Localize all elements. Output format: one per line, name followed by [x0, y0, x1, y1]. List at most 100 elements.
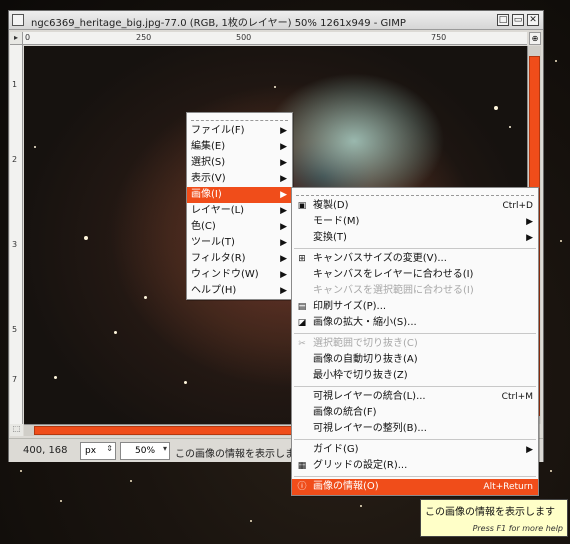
submenu-arrow-icon: ▶: [526, 217, 533, 227]
menu-item[interactable]: 変換(T) ▶: [292, 230, 538, 246]
star: [250, 520, 252, 522]
menu-item-label: 複製(D): [313, 200, 349, 211]
ruler-label: 2: [12, 155, 18, 164]
tooltip: この画像の情報を表示します Press F1 for more help: [420, 499, 568, 537]
menu-item-label: 変換(T): [313, 232, 347, 243]
maximize-button[interactable]: ▭: [512, 14, 524, 26]
star: [114, 331, 117, 334]
menu-separator: [294, 248, 536, 249]
menu-item[interactable]: レイヤー(L) ▶: [187, 203, 292, 219]
star: [550, 470, 552, 472]
menu-item-label: 表示(V): [191, 173, 226, 184]
menu-item[interactable]: ▣ 複製(D) Ctrl+D: [292, 198, 538, 214]
image-submenu: ▣ 複製(D) Ctrl+D モード(M) ▶ 変換(T) ▶ ⊞ キャンバスサイズの変更(V)…: [291, 187, 539, 496]
menu-item-label: 画像の情報(O): [313, 481, 379, 492]
menu-item-label: 色(C): [191, 221, 216, 232]
spin-arrows-icon[interactable]: ⇕: [106, 444, 113, 453]
menu-item-label: キャンバスを選択範囲に合わせる(I): [313, 285, 474, 296]
title-bar[interactable]: ngc6369_heritage_big.jpg-77.0 (RGB, 1枚のレ…: [9, 11, 543, 30]
menu-item[interactable]: ⓘ 画像の情報(O) Alt+Return: [292, 479, 538, 495]
menu-item-label: ヘルプ(H): [191, 285, 237, 296]
unit-value: px: [85, 446, 97, 456]
tear-off-line[interactable]: [296, 190, 534, 196]
unit-select[interactable]: px ⇕: [80, 442, 116, 460]
menu-item[interactable]: 画像の自動切り抜き(A): [292, 352, 538, 368]
menu-item[interactable]: 色(C) ▶: [187, 219, 292, 235]
star: [274, 86, 276, 88]
menu-item-label: グリッドの設定(R)...: [313, 460, 408, 471]
menu-item[interactable]: キャンバスをレイヤーに合わせる(I): [292, 267, 538, 283]
menu-item[interactable]: フィルタ(R) ▶: [187, 251, 292, 267]
menu-item-label: 選択範囲で切り抜き(C): [313, 338, 418, 349]
menu-item[interactable]: ガイド(G) ▶: [292, 442, 538, 458]
menu-item-label: 選択(S): [191, 157, 226, 168]
quick-mask-icon[interactable]: ⬚: [10, 424, 23, 436]
star: [20, 470, 22, 472]
menu-item[interactable]: 最小枠で切り抜き(Z): [292, 368, 538, 384]
menu-item-label: キャンバスをレイヤーに合わせる(I): [313, 269, 474, 280]
star: [144, 296, 147, 299]
status-message: この画像の情報を表示しま: [175, 449, 295, 460]
menu-item[interactable]: ファイル(F) ▶: [187, 123, 292, 139]
star: [555, 60, 557, 62]
menu-item[interactable]: ⊞ キャンバスサイズの変更(V)...: [292, 251, 538, 267]
menu-item[interactable]: ツール(T) ▶: [187, 235, 292, 251]
horizontal-ruler[interactable]: 0 250 500 750: [23, 32, 527, 45]
menu-separator: [294, 333, 536, 334]
menu-item-label: 可視レイヤーの統合(L)...: [313, 391, 426, 402]
menu-accelerator: Alt+Return: [483, 482, 533, 492]
minimize-button[interactable]: □: [497, 14, 509, 26]
menu-item[interactable]: 可視レイヤーの統合(L)... Ctrl+M: [292, 389, 538, 405]
navigate-icon[interactable]: ⊕: [529, 32, 541, 45]
image-context-menu: ファイル(F) ▶ 編集(E) ▶ 選択(S) ▶ 表示(V) ▶ 画像(I) ▶ レイヤー(L) ▶…: [186, 112, 293, 300]
submenu-arrow-icon: ▶: [280, 286, 287, 296]
scale-image-icon: ◪: [297, 318, 307, 328]
pointer-coordinates: 400, 168: [23, 445, 68, 456]
ruler-label: 500: [236, 33, 252, 42]
duplicate-icon: ▣: [297, 201, 307, 211]
menu-item-label: フィルタ(R): [191, 253, 246, 264]
menu-item-label: 最小枠で切り抜き(Z): [313, 370, 408, 381]
star: [60, 500, 62, 502]
tooltip-help: Press F1 for more help: [472, 524, 563, 533]
submenu-arrow-icon: ▶: [280, 222, 287, 232]
submenu-arrow-icon: ▶: [526, 445, 533, 455]
star: [184, 381, 187, 384]
submenu-arrow-icon: ▶: [280, 174, 287, 184]
menu-item-label: レイヤー(L): [191, 205, 245, 216]
menu-item[interactable]: 画像の統合(F): [292, 405, 538, 421]
submenu-arrow-icon: ▶: [280, 270, 287, 280]
zoom-select[interactable]: 50% ▾: [120, 442, 170, 460]
submenu-arrow-icon: ▶: [280, 158, 287, 168]
vertical-ruler[interactable]: 1 2 3 5 7: [10, 45, 23, 427]
menu-item-label: 画像(I): [191, 189, 222, 200]
menu-item[interactable]: ▦ グリッドの設定(R)...: [292, 458, 538, 474]
menu-item[interactable]: 画像(I) ▶: [187, 187, 292, 203]
image-menu-arrow-icon[interactable]: ▸: [10, 32, 23, 45]
print-size-icon: ▤: [297, 302, 307, 312]
submenu-arrow-icon: ▶: [280, 206, 287, 216]
menu-separator: [294, 386, 536, 387]
window-menu-icon[interactable]: [12, 14, 24, 26]
ruler-label: 250: [136, 33, 152, 42]
menu-item[interactable]: モード(M) ▶: [292, 214, 538, 230]
close-button[interactable]: ✕: [527, 14, 539, 26]
menu-item[interactable]: 編集(E) ▶: [187, 139, 292, 155]
menu-item[interactable]: ウィンドウ(W) ▶: [187, 267, 292, 283]
ruler-label: 0: [25, 33, 31, 42]
menu-item[interactable]: 表示(V) ▶: [187, 171, 292, 187]
menu-item[interactable]: 可視レイヤーの整列(B)...: [292, 421, 538, 437]
menu-item-label: 印刷サイズ(P)...: [313, 301, 387, 312]
menu-item-label: 編集(E): [191, 141, 226, 152]
menu-item[interactable]: 選択(S) ▶: [187, 155, 292, 171]
menu-item[interactable]: ヘルプ(H) ▶: [187, 283, 292, 299]
tear-off-line[interactable]: [191, 115, 288, 121]
chevron-down-icon[interactable]: ▾: [163, 444, 167, 453]
menu-item[interactable]: ▤ 印刷サイズ(P)...: [292, 299, 538, 315]
star: [509, 126, 511, 128]
menu-item-label: 可視レイヤーの整列(B)...: [313, 423, 427, 434]
menu-item[interactable]: ◪ 画像の拡大・縮小(S)...: [292, 315, 538, 331]
menu-item: ✂ 選択範囲で切り抜き(C): [292, 336, 538, 352]
menu-item-label: 画像の統合(F): [313, 407, 377, 418]
submenu-arrow-icon: ▶: [280, 254, 287, 264]
